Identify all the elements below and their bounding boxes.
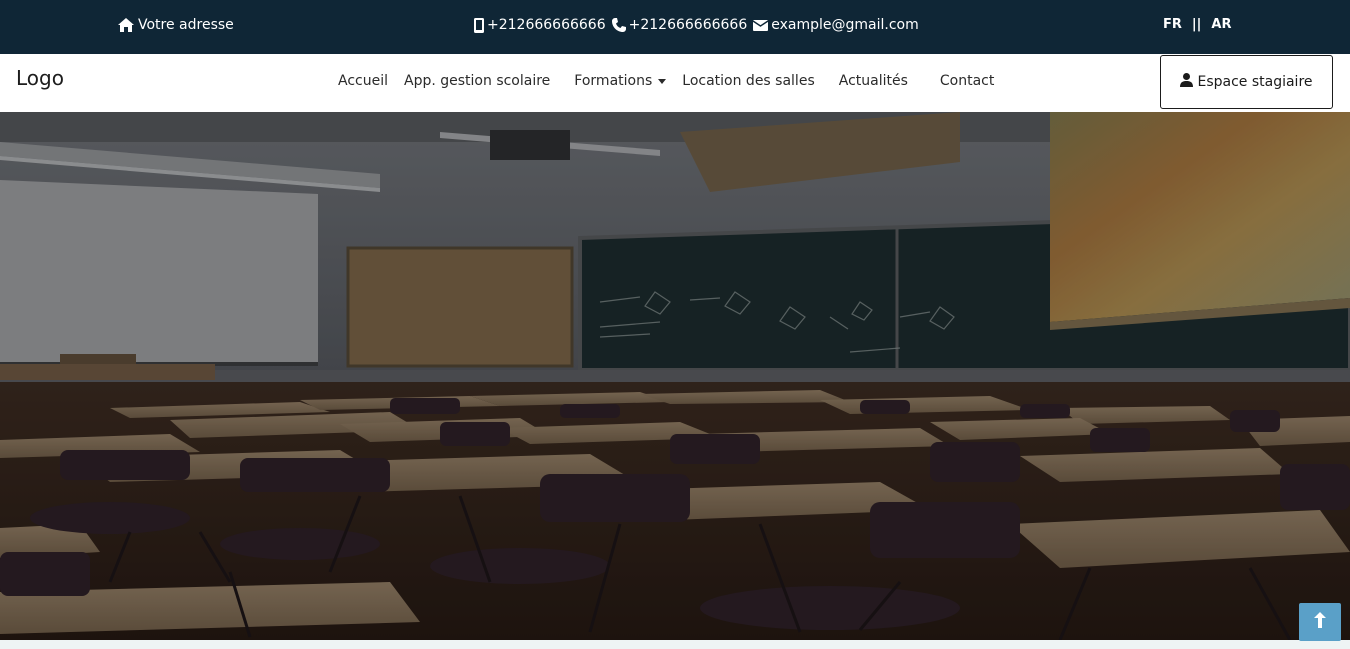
arrow-up-icon [1314, 612, 1326, 632]
phone-icon [611, 18, 626, 32]
language-switcher: FR || AR [1163, 17, 1231, 32]
top-info-bar: Votre adresse +212666666666 +21266666666… [0, 0, 1350, 54]
home-icon [118, 18, 134, 32]
main-navbar: Logo Accueil App. gestion scolaire Forma… [0, 54, 1350, 112]
user-icon [1180, 73, 1194, 91]
hero-banner [0, 112, 1350, 640]
nav-item-location-des-salles[interactable]: Location des salles [682, 73, 814, 89]
address-text: Votre adresse [138, 17, 234, 33]
nav-item-formations-label: Formations [574, 73, 653, 89]
nav-item-contact[interactable]: Contact [940, 73, 994, 89]
nav-menu: Accueil App. gestion scolaire Formations… [338, 73, 994, 89]
lang-separator: || [1191, 17, 1202, 32]
scroll-to-top-button[interactable] [1299, 603, 1341, 641]
phone-number[interactable]: +212666666666 [629, 17, 748, 33]
classroom-image [0, 112, 1350, 640]
mobile-number[interactable]: +212666666666 [487, 17, 606, 33]
lang-fr[interactable]: FR [1163, 17, 1182, 32]
lang-ar[interactable]: AR [1211, 17, 1231, 32]
address: Votre adresse [118, 17, 234, 33]
page-bottom-strip [0, 640, 1350, 649]
chevron-down-icon [658, 78, 667, 84]
email-address[interactable]: example@gmail.com [771, 17, 919, 33]
nav-item-formations[interactable]: Formations [574, 73, 667, 89]
email-contact[interactable]: example@gmail.com [753, 17, 919, 33]
phone-contact[interactable]: +212666666666 [611, 17, 748, 33]
espace-stagiaire-label: Espace stagiaire [1197, 74, 1313, 90]
contact-info: +212666666666 +212666666666 example@gmai… [474, 17, 919, 33]
mobile-icon [474, 17, 484, 33]
logo[interactable]: Logo [16, 66, 64, 90]
nav-item-actualites[interactable]: Actualités [839, 73, 908, 89]
envelope-icon [753, 19, 769, 31]
nav-item-accueil[interactable]: Accueil [338, 73, 388, 89]
espace-stagiaire-button[interactable]: Espace stagiaire [1160, 55, 1333, 109]
mobile-contact[interactable]: +212666666666 [474, 17, 606, 33]
nav-item-app-gestion-scolaire[interactable]: App. gestion scolaire [404, 73, 550, 89]
